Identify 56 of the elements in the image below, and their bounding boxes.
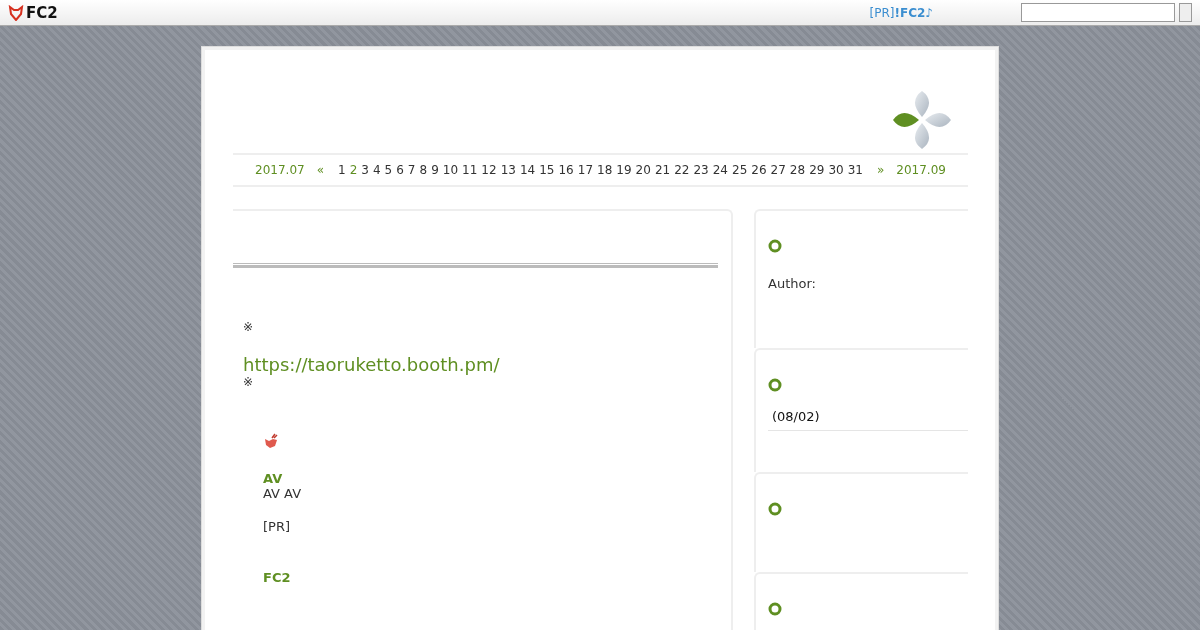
calendar-day: 18 xyxy=(597,163,613,177)
calendar-day: 27 xyxy=(770,163,786,177)
calendar-day: 4 xyxy=(372,163,381,177)
prev-month-link[interactable]: 2017.07 xyxy=(255,163,305,177)
calendar-day: 26 xyxy=(751,163,767,177)
note-mark: ※ xyxy=(242,375,255,389)
calendar-day: 15 xyxy=(539,163,555,177)
calendar-day: 6 xyxy=(396,163,404,177)
logo-text[interactable]: FC2 xyxy=(26,3,58,22)
ring-bullet-icon xyxy=(768,502,782,516)
calendar-day: 9 xyxy=(431,163,439,177)
calendar-day: 13 xyxy=(500,163,516,177)
calendar-day: 12 xyxy=(481,163,497,177)
ring-bullet-icon xyxy=(768,239,782,253)
pr-link[interactable]: !FC2 xyxy=(894,5,926,20)
calendar-day: 24 xyxy=(712,163,728,177)
author-label: Author: xyxy=(768,276,817,291)
calendar-day: 29 xyxy=(809,163,825,177)
calendar-day: 11 xyxy=(462,163,478,177)
pr-label: [PR] xyxy=(263,519,290,534)
next-month-link[interactable]: 2017.09 xyxy=(896,163,946,177)
calendar-day: 21 xyxy=(654,163,671,177)
pr-label: [PR] xyxy=(869,5,895,20)
next-arrow-link[interactable]: » xyxy=(876,163,885,177)
calendar-day: 3 xyxy=(361,163,369,177)
calendar-day: 28 xyxy=(789,163,806,177)
ad-text: AV AV xyxy=(263,486,302,501)
calendar-day: 14 xyxy=(519,163,536,177)
calendar-day: 5 xyxy=(384,163,393,177)
note-mark: ※ xyxy=(242,320,255,334)
search-field[interactable] xyxy=(1021,3,1175,22)
booth-link[interactable]: https://taoruketto.booth.pm/ xyxy=(233,354,500,375)
fox-logo-icon[interactable] xyxy=(8,4,24,21)
calendar-day: 7 xyxy=(407,163,416,177)
ring-bullet-icon xyxy=(768,378,782,392)
flower-logo-icon xyxy=(891,89,953,151)
calendar-day: 1 xyxy=(338,163,346,177)
ring-bullet-icon xyxy=(768,602,782,616)
calendar-day: 16 xyxy=(558,163,574,177)
calendar-day: 19 xyxy=(616,163,632,177)
ad-title-link[interactable]: AV xyxy=(263,471,283,486)
fc2-link[interactable]: FC2 xyxy=(263,570,291,585)
calendar-day: 17 xyxy=(577,163,594,177)
calendar-day: 25 xyxy=(732,163,748,177)
calendar-day: 31 xyxy=(847,163,863,177)
calendar-day: 8 xyxy=(419,163,428,177)
calendar-day: 23 xyxy=(693,163,709,177)
entry-date[interactable]: (08/02) xyxy=(768,409,968,431)
calendar-day: 22 xyxy=(674,163,690,177)
pr-suffix: ♪ xyxy=(925,5,933,20)
calendar-day: 20 xyxy=(635,163,651,177)
calendar-day: 30 xyxy=(828,163,844,177)
search-button[interactable] xyxy=(1179,3,1192,22)
calendar-day: 10 xyxy=(442,163,459,177)
prev-arrow-link[interactable]: « xyxy=(316,163,324,177)
calendar-day-link[interactable]: 2 xyxy=(349,163,358,177)
